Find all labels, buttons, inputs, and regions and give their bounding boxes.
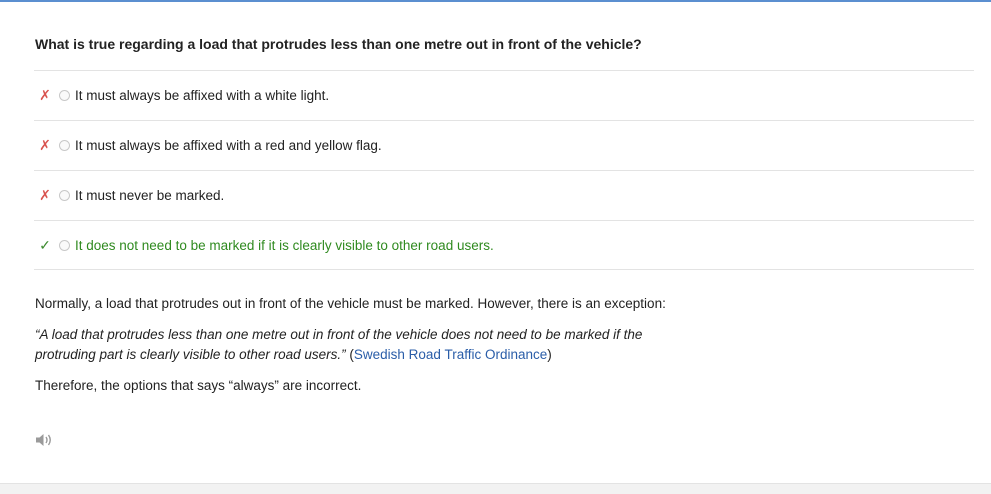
radio-button[interactable] [59,140,70,151]
radio-button[interactable] [59,190,70,201]
answer-options: ✗ It must always be affixed with a white… [34,70,974,270]
answer-option-label: It must always be affixed with a white l… [75,88,330,103]
incorrect-mark-icon: ✗ [39,137,51,153]
source-link[interactable]: Swedish Road Traffic Ordinance [354,347,547,362]
bottom-bar [0,483,991,494]
explanation-conclusion: Therefore, the options that says “always… [35,378,362,393]
explanation-quote-paragraph: “A load that protrudes less than one met… [35,325,675,365]
answer-option[interactable]: ✗ It must always be affixed with a white… [34,70,974,120]
radio-button[interactable] [59,239,70,251]
top-accent-bar [0,0,991,2]
source-paren-open: ( [345,347,354,362]
answer-option-label: It must always be affixed with a red and… [75,138,382,153]
answer-option[interactable]: ✗ It must always be affixed with a red a… [34,120,974,170]
speaker-icon[interactable] [35,432,53,448]
answer-option[interactable]: ✗ It must never be marked. [34,170,974,220]
source-paren-close: ) [547,347,552,362]
answer-option-correct[interactable]: ✓ It does not need to be marked if it is… [34,220,974,270]
answer-option-label: It must never be marked. [75,188,225,203]
question-text: What is true regarding a load that protr… [35,36,642,52]
incorrect-mark-icon: ✗ [39,87,51,103]
answer-option-label: It does not need to be marked if it is c… [75,237,494,253]
radio-button[interactable] [59,90,70,101]
incorrect-mark-icon: ✗ [39,187,51,203]
correct-check-icon: ✓ [39,236,51,253]
explanation-paragraph: Normally, a load that protrudes out in f… [35,296,666,311]
explanation: Normally, a load that protrudes out in f… [35,294,675,407]
